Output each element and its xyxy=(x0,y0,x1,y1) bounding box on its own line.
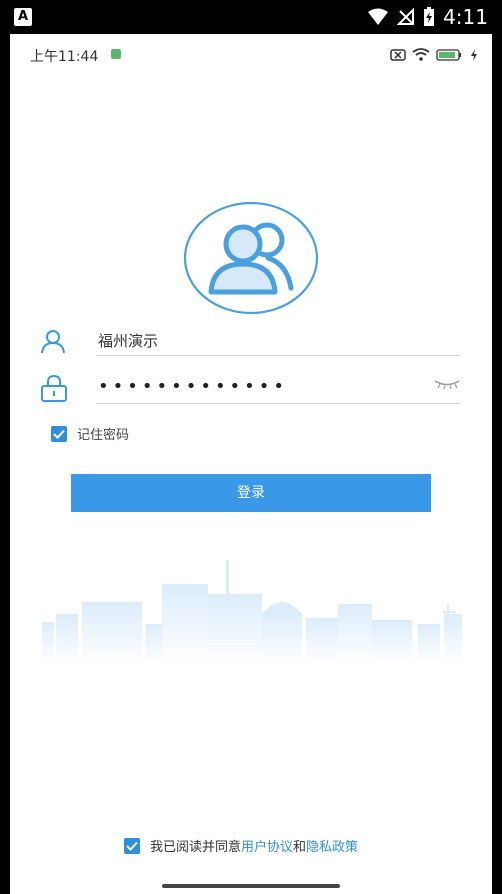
remember-checkbox[interactable] xyxy=(51,425,67,442)
remember-password-row[interactable]: 记住密码 xyxy=(51,424,129,443)
remember-label: 记住密码 xyxy=(77,428,130,443)
username-underline xyxy=(96,355,460,356)
system-status-bar: A 4:11 xyxy=(0,0,502,34)
user-icon xyxy=(41,330,65,354)
agreement-prefix: 我已阅读并同意 xyxy=(150,840,242,855)
no-sim-icon xyxy=(390,48,406,61)
user-agreement-link[interactable]: 用户协议 xyxy=(241,840,293,855)
check-icon xyxy=(126,841,138,851)
username-input[interactable]: 福州演示 xyxy=(98,330,158,351)
system-time: 4:11 xyxy=(443,5,488,29)
charging-bolt-icon xyxy=(471,48,477,61)
agreement-text: 我已阅读并同意用户协议和隐私政策 xyxy=(150,836,358,855)
no-signal-icon xyxy=(397,8,415,25)
username-field[interactable]: 福州演示 xyxy=(36,326,460,356)
lock-icon xyxy=(41,374,67,402)
inner-wifi-icon xyxy=(412,48,430,61)
app-notification-icon: A xyxy=(14,8,32,26)
wechat-notification-icon xyxy=(111,49,121,59)
app-screen: 上午11:44 福州演示 ••••••••••••• 记住密码 登录 我已阅读并… xyxy=(10,34,492,894)
eye-closed-icon[interactable] xyxy=(434,378,460,390)
users-avatar-icon xyxy=(183,201,319,315)
password-field[interactable]: ••••••••••••• xyxy=(36,372,460,404)
agreement-row[interactable]: 我已阅读并同意用户协议和隐私政策 xyxy=(124,836,358,855)
inner-status-bar: 上午11:44 xyxy=(10,46,492,68)
privacy-policy-link[interactable]: 隐私政策 xyxy=(306,840,358,855)
wifi-icon xyxy=(368,8,389,25)
battery-charging-icon xyxy=(424,7,435,26)
inner-status-time: 上午11:44 xyxy=(30,49,99,65)
agreement-and: 和 xyxy=(293,840,307,855)
password-input[interactable]: ••••••••••••• xyxy=(98,376,288,397)
agreement-checkbox[interactable] xyxy=(124,837,140,854)
password-underline xyxy=(96,403,460,404)
check-icon xyxy=(53,429,65,439)
city-skyline-illustration xyxy=(42,560,462,664)
inner-battery-icon xyxy=(436,48,461,61)
login-button[interactable]: 登录 xyxy=(71,474,431,512)
home-indicator[interactable] xyxy=(162,884,340,888)
